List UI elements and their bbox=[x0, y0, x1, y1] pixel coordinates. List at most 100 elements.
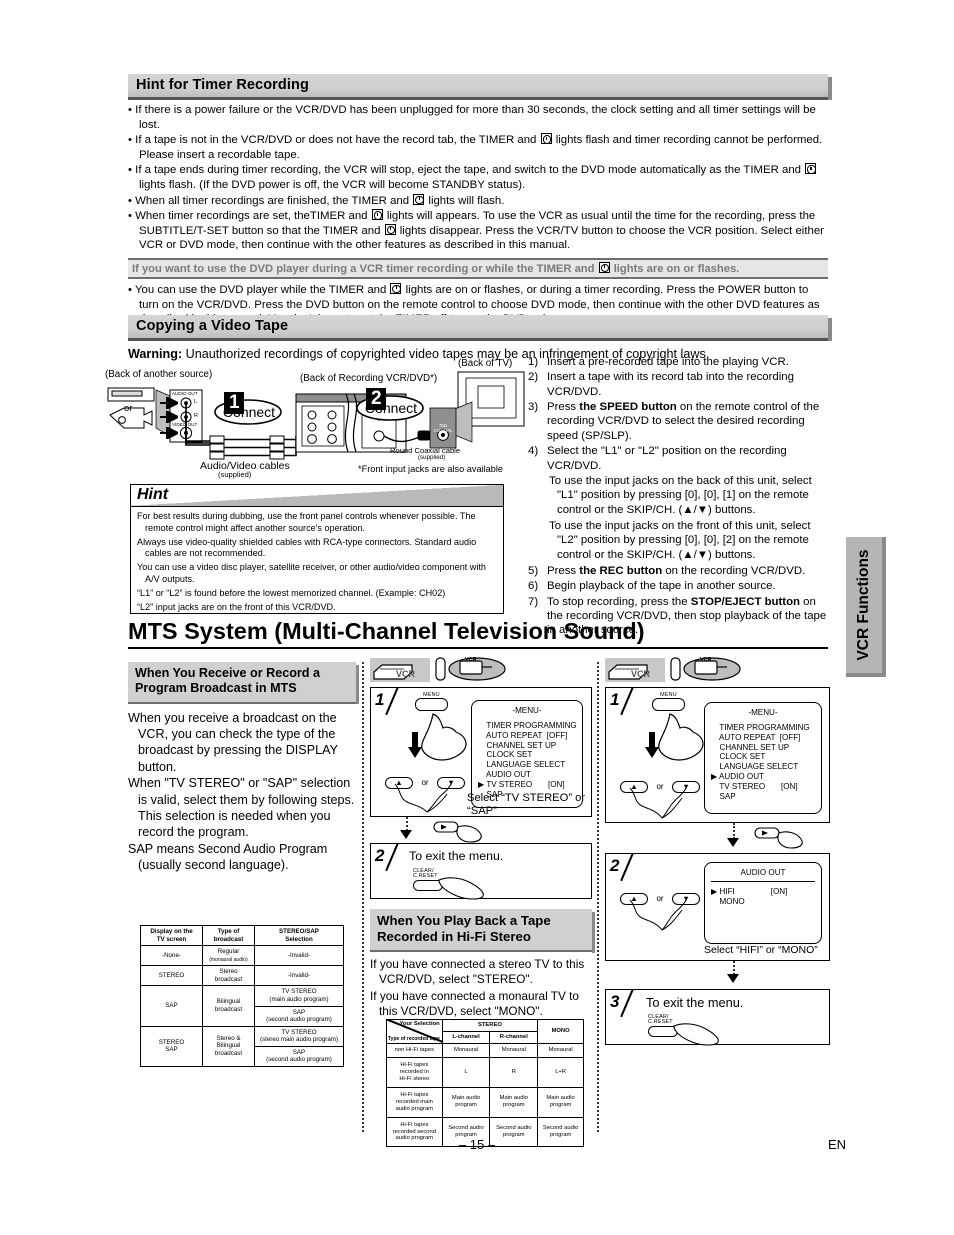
osd-row: ▶ AUTO REPEAT [OFF] bbox=[486, 730, 568, 740]
cell-r: R bbox=[489, 1056, 539, 1088]
caption-line-1: Select “TV STEREO” or bbox=[467, 792, 586, 804]
bullet: When you receive a broadcast on the VCR,… bbox=[128, 710, 338, 774]
step1-panel-middle: 1 MENU ▲ or ▼ -MENU- TIMER PROGRAMMING A… bbox=[370, 686, 592, 817]
bullet: When "TV STEREO" or "SAP" selection is v… bbox=[128, 776, 355, 840]
label-front-jacks-footnote: *Front input jacks are also available bbox=[358, 464, 504, 474]
step-number-slash bbox=[620, 852, 634, 882]
osd-row: ▶ LANGUAGE SELECT bbox=[719, 762, 799, 772]
step-text: Insert a tape with its record tab into t… bbox=[547, 371, 794, 398]
cell-selection: SAP (second audio program) bbox=[254, 1045, 344, 1067]
step: 2) Insert a tape with its record tab into… bbox=[528, 370, 828, 399]
remote-control-icon: VCR bbox=[669, 655, 747, 690]
cell-selection: -Invalid- bbox=[254, 945, 344, 967]
heading-line-1: When You Receive or Record a bbox=[135, 666, 320, 680]
flow-arrow-middle bbox=[370, 817, 592, 843]
step-number: 4) bbox=[528, 445, 539, 458]
hand-pressing-clear-icon bbox=[438, 877, 484, 900]
heading-line-2: Program Broadcast in MTS bbox=[135, 681, 297, 696]
col-header-l: L-channel bbox=[441, 1030, 491, 1044]
cell-l: L bbox=[441, 1056, 491, 1088]
label-jack-r: R bbox=[194, 413, 198, 419]
osd-rows-right: ▶ TIMER PROGRAMMING▶ AUTO REPEAT [OFF] ▶ … bbox=[711, 723, 815, 802]
step-number-slash bbox=[620, 988, 634, 1018]
heading-line-1: When You Play Back a Tape bbox=[377, 913, 551, 928]
language-mark: EN bbox=[827, 1137, 846, 1152]
osd-row: ▶ TIMER PROGRAMMING bbox=[719, 722, 810, 732]
clock-icon bbox=[371, 209, 383, 221]
hifi-playback-table: Your Selection Type of recorded tape STE… bbox=[386, 1019, 584, 1148]
osd-row: ▶ CLOCK SET bbox=[486, 750, 533, 760]
connect-badge-2-label: Connect bbox=[364, 400, 418, 416]
step-text: Press the REC button on the recording VC… bbox=[547, 565, 806, 578]
step-number-2: 2 bbox=[610, 856, 620, 875]
step-number-slash bbox=[385, 842, 399, 872]
hand-pressing-clear-icon bbox=[673, 1023, 719, 1046]
page-number: – 15 – bbox=[458, 1137, 496, 1152]
step2-text-middle: To exit the menu. bbox=[409, 849, 504, 863]
bullet: If a tape ends during timer recording, t… bbox=[128, 163, 828, 192]
connect-badge-1-label: Connect bbox=[222, 404, 276, 420]
svg-text:VCR: VCR bbox=[631, 669, 651, 679]
cell-selection: -Invalid- bbox=[254, 965, 344, 987]
vcr-device-icon: VCR bbox=[605, 658, 665, 682]
osd2-caption: Select “HIFI” or “MONO” bbox=[704, 944, 818, 956]
col-header-selection: STEREO/SAP Selection bbox=[254, 924, 344, 947]
osd-title: -MENU- bbox=[748, 708, 778, 717]
bullet: If you have connected a stereo TV to thi… bbox=[370, 957, 585, 987]
row-label: non Hi-Fi tapes bbox=[386, 1042, 443, 1058]
step: 4) Select the "L1" or "L2" position on th… bbox=[528, 444, 828, 473]
step: 1) Insert a pre-recorded tape into the pl… bbox=[528, 355, 828, 369]
cell-type: Bilingual broadcast bbox=[202, 985, 255, 1027]
bullet: SAP means Second Audio Program (usually … bbox=[128, 841, 328, 872]
table-row: Hi-Fi tapes recorded in Hi-Fi stereo L R L… bbox=[386, 1056, 584, 1088]
table-header-row: Display on the TV screen Type of broadcast… bbox=[140, 924, 344, 947]
cell-display: STEREO SAP bbox=[140, 1025, 203, 1067]
clock-icon bbox=[805, 163, 817, 175]
hint-timer-bullets: If there is a power failure or the VCR/D… bbox=[128, 103, 828, 253]
col-header-display: Display on the TV screen bbox=[140, 924, 203, 947]
osd-row: ▶ SAP bbox=[719, 791, 736, 801]
step: 3) Press the SPEED button on the remote c… bbox=[528, 400, 828, 443]
table-row: non Hi-Fi tapes Monaural Monaural Monaur… bbox=[386, 1042, 584, 1058]
bullet: When all timer recordings are finished, … bbox=[128, 193, 828, 209]
row-label: Hi-Fi tapes recorded main audio program bbox=[386, 1086, 443, 1118]
down-arrow-icon bbox=[645, 732, 659, 763]
cell-l: Main audio program bbox=[441, 1086, 491, 1118]
hint-bullet: For best results during dubbing, use the… bbox=[137, 511, 476, 533]
label-jack-l: L bbox=[194, 399, 198, 405]
cell-mono: L+R bbox=[537, 1056, 584, 1088]
column-divider bbox=[597, 662, 599, 1132]
mts-right-column: VCR VCR 1 MENU ▲ or ▼ -MENU- TIMER PROGR… bbox=[605, 655, 830, 1046]
vcr-device-icon: VCR bbox=[370, 658, 430, 682]
table-row: -None- Regular (monaural audio) -Invalid- bbox=[140, 945, 344, 967]
label-audio-out: AUDIO OUT bbox=[172, 391, 198, 396]
osd-row: ▶ AUTO REPEAT [OFF] bbox=[719, 732, 801, 742]
osd-row: ▶ CHANNEL SET UP bbox=[486, 740, 557, 750]
cell-r: Main audio program bbox=[489, 1086, 539, 1118]
col-header-stereo: STEREO bbox=[441, 1019, 539, 1032]
hint-bullet: “L2” input jacks are on the front of thi… bbox=[137, 601, 336, 612]
bullet: If there is a power failure or the VCR/D… bbox=[128, 103, 828, 132]
play-button-press-icon bbox=[753, 825, 823, 854]
step-sub-bullet: To use the input jacks on the front of t… bbox=[549, 519, 811, 561]
dvd-during-timer-note: If you want to use the DVD player during… bbox=[128, 257, 828, 279]
mts-middle-column: VCR VCR 1 MENU ▲ or ▼ -MENU- TIMER PROGR… bbox=[370, 655, 595, 1019]
bullet: If a tape is not in the VCR/DVD or does … bbox=[128, 133, 828, 162]
corner-bottom-label: Type of recorded tape bbox=[388, 1035, 440, 1042]
hint-bullet: You can use a video disc player, satelli… bbox=[137, 562, 486, 585]
step-number: 2) bbox=[528, 371, 539, 384]
side-tab-label: VCR Functions bbox=[855, 549, 872, 661]
bullet: When timer recordings are set, theTIMER … bbox=[128, 209, 828, 253]
clock-icon bbox=[384, 223, 396, 235]
osd2-title: AUDIO OUT bbox=[711, 868, 815, 882]
cell-type: Regular (monaural audio) bbox=[202, 945, 255, 967]
svg-text:VCR: VCR bbox=[396, 669, 416, 679]
step-text: Insert a pre-recorded tape into the play… bbox=[547, 356, 789, 368]
osd2-rows: ▶ HIFI [ON]▶ MONO bbox=[711, 887, 815, 907]
remote-control-icon: VCR bbox=[434, 655, 512, 690]
step-sub-bullet: To use the input jacks on the back of th… bbox=[549, 474, 812, 516]
mts-receive-heading: When You Receive or Record a Program Bro… bbox=[128, 662, 359, 704]
mts-left-column: When You Receive or Record a Program Bro… bbox=[128, 662, 359, 873]
osd-title: -MENU- bbox=[512, 706, 542, 715]
table-row: STEREO SAP Stereo & Bilingual broadcast TV … bbox=[140, 1025, 344, 1067]
